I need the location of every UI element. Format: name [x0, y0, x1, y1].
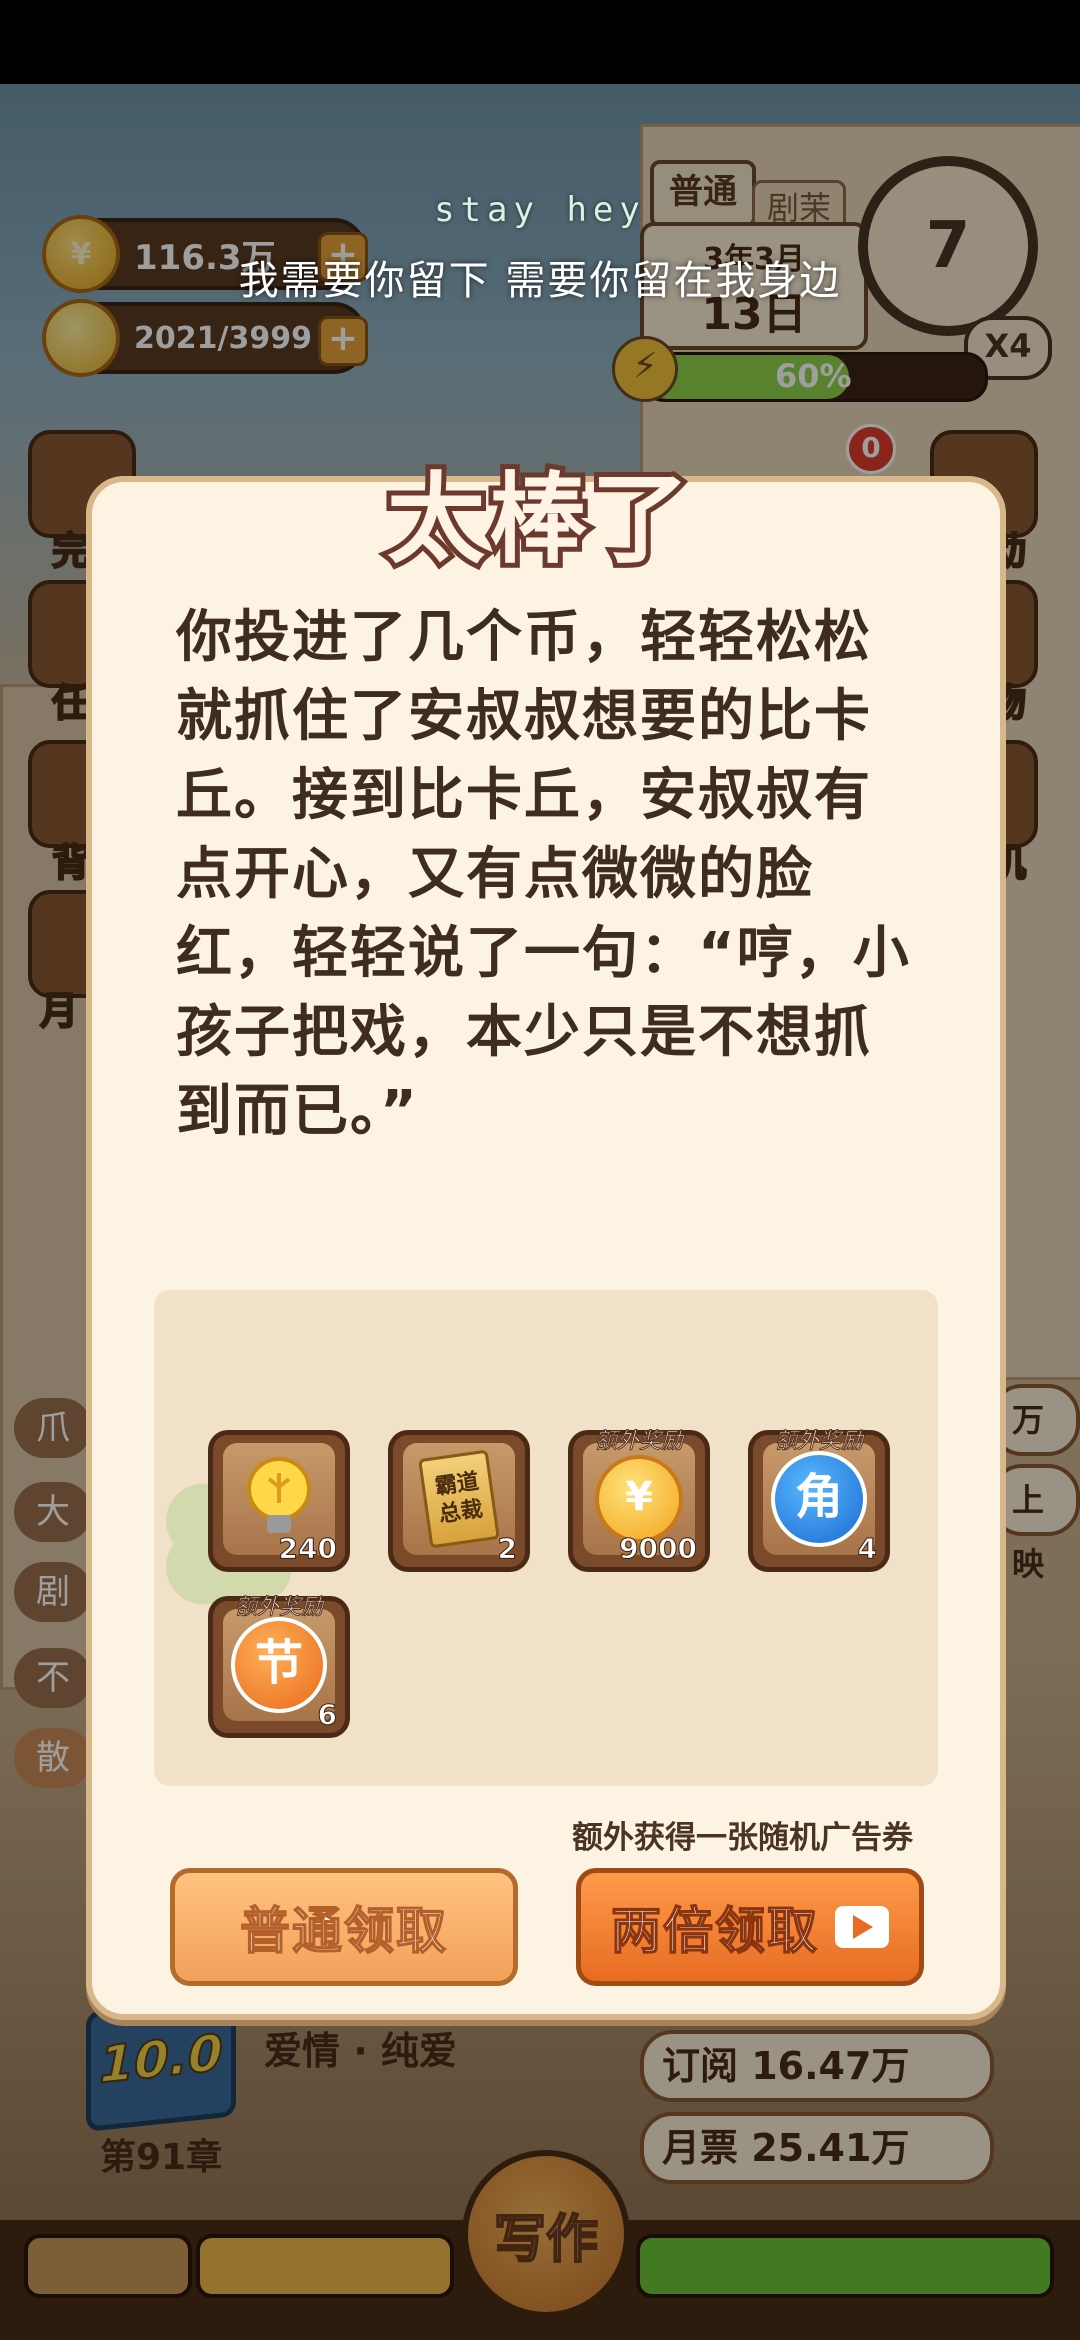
double-claim-label: 两倍领取: [610, 1901, 819, 1961]
reward-count: 9000: [619, 1532, 698, 1566]
lyric-chinese: 我需要你留下 需要你留在我身边: [238, 258, 842, 304]
reward-item-lightbulb[interactable]: 240: [208, 1430, 350, 1572]
video-play-icon: [835, 1906, 889, 1948]
bonus-label: 额外奖励: [774, 1429, 864, 1455]
reward-dialog: 你投进了几个币，轻轻松松就抓住了安叔叔想要的比卡丘。接到比卡丘，安叔叔有点开心，…: [86, 476, 1006, 2020]
reward-count: 4: [857, 1532, 878, 1566]
reward-item-coins[interactable]: ¥ 额外奖励 9000: [568, 1429, 710, 1572]
dialog-title: 太棒了: [382, 458, 694, 582]
reward-item-jie[interactable]: 节 额外奖励 6: [208, 1595, 350, 1738]
reward-count: 240: [278, 1532, 337, 1566]
bonus-label: 额外奖励: [594, 1429, 684, 1455]
reward-count: 6: [317, 1698, 338, 1732]
jiao-icon: 角: [771, 1451, 867, 1547]
reward-item-jiao[interactable]: 角 额外奖励 4: [748, 1429, 890, 1572]
jie-icon: 节: [231, 1617, 327, 1713]
story-text: 你投进了几个币，轻轻松松就抓住了安叔叔想要的比卡丘。接到比卡丘，安叔叔有点开心，…: [176, 605, 911, 1144]
reward-panel: 240 霸道总裁 2 ¥ 额外奖励 9000 角 额外奖励 4 节 额外奖励 6: [154, 1290, 938, 1786]
book-icon: 霸道总裁: [418, 1449, 500, 1549]
reward-item-book[interactable]: 霸道总裁 2: [388, 1430, 530, 1572]
normal-claim-label: 普通领取: [239, 1901, 448, 1961]
lyric-english: stay hey: [434, 190, 646, 230]
coin-icon: ¥: [595, 1455, 683, 1543]
status-bar: [0, 0, 1080, 84]
extra-reward-note: 额外获得一张随机广告券: [572, 1820, 913, 1856]
double-claim-button[interactable]: 两倍领取: [576, 1868, 924, 1986]
reward-count: 2: [497, 1532, 518, 1566]
bonus-label: 额外奖励: [234, 1595, 324, 1621]
normal-claim-button[interactable]: 普通领取: [170, 1868, 518, 1986]
